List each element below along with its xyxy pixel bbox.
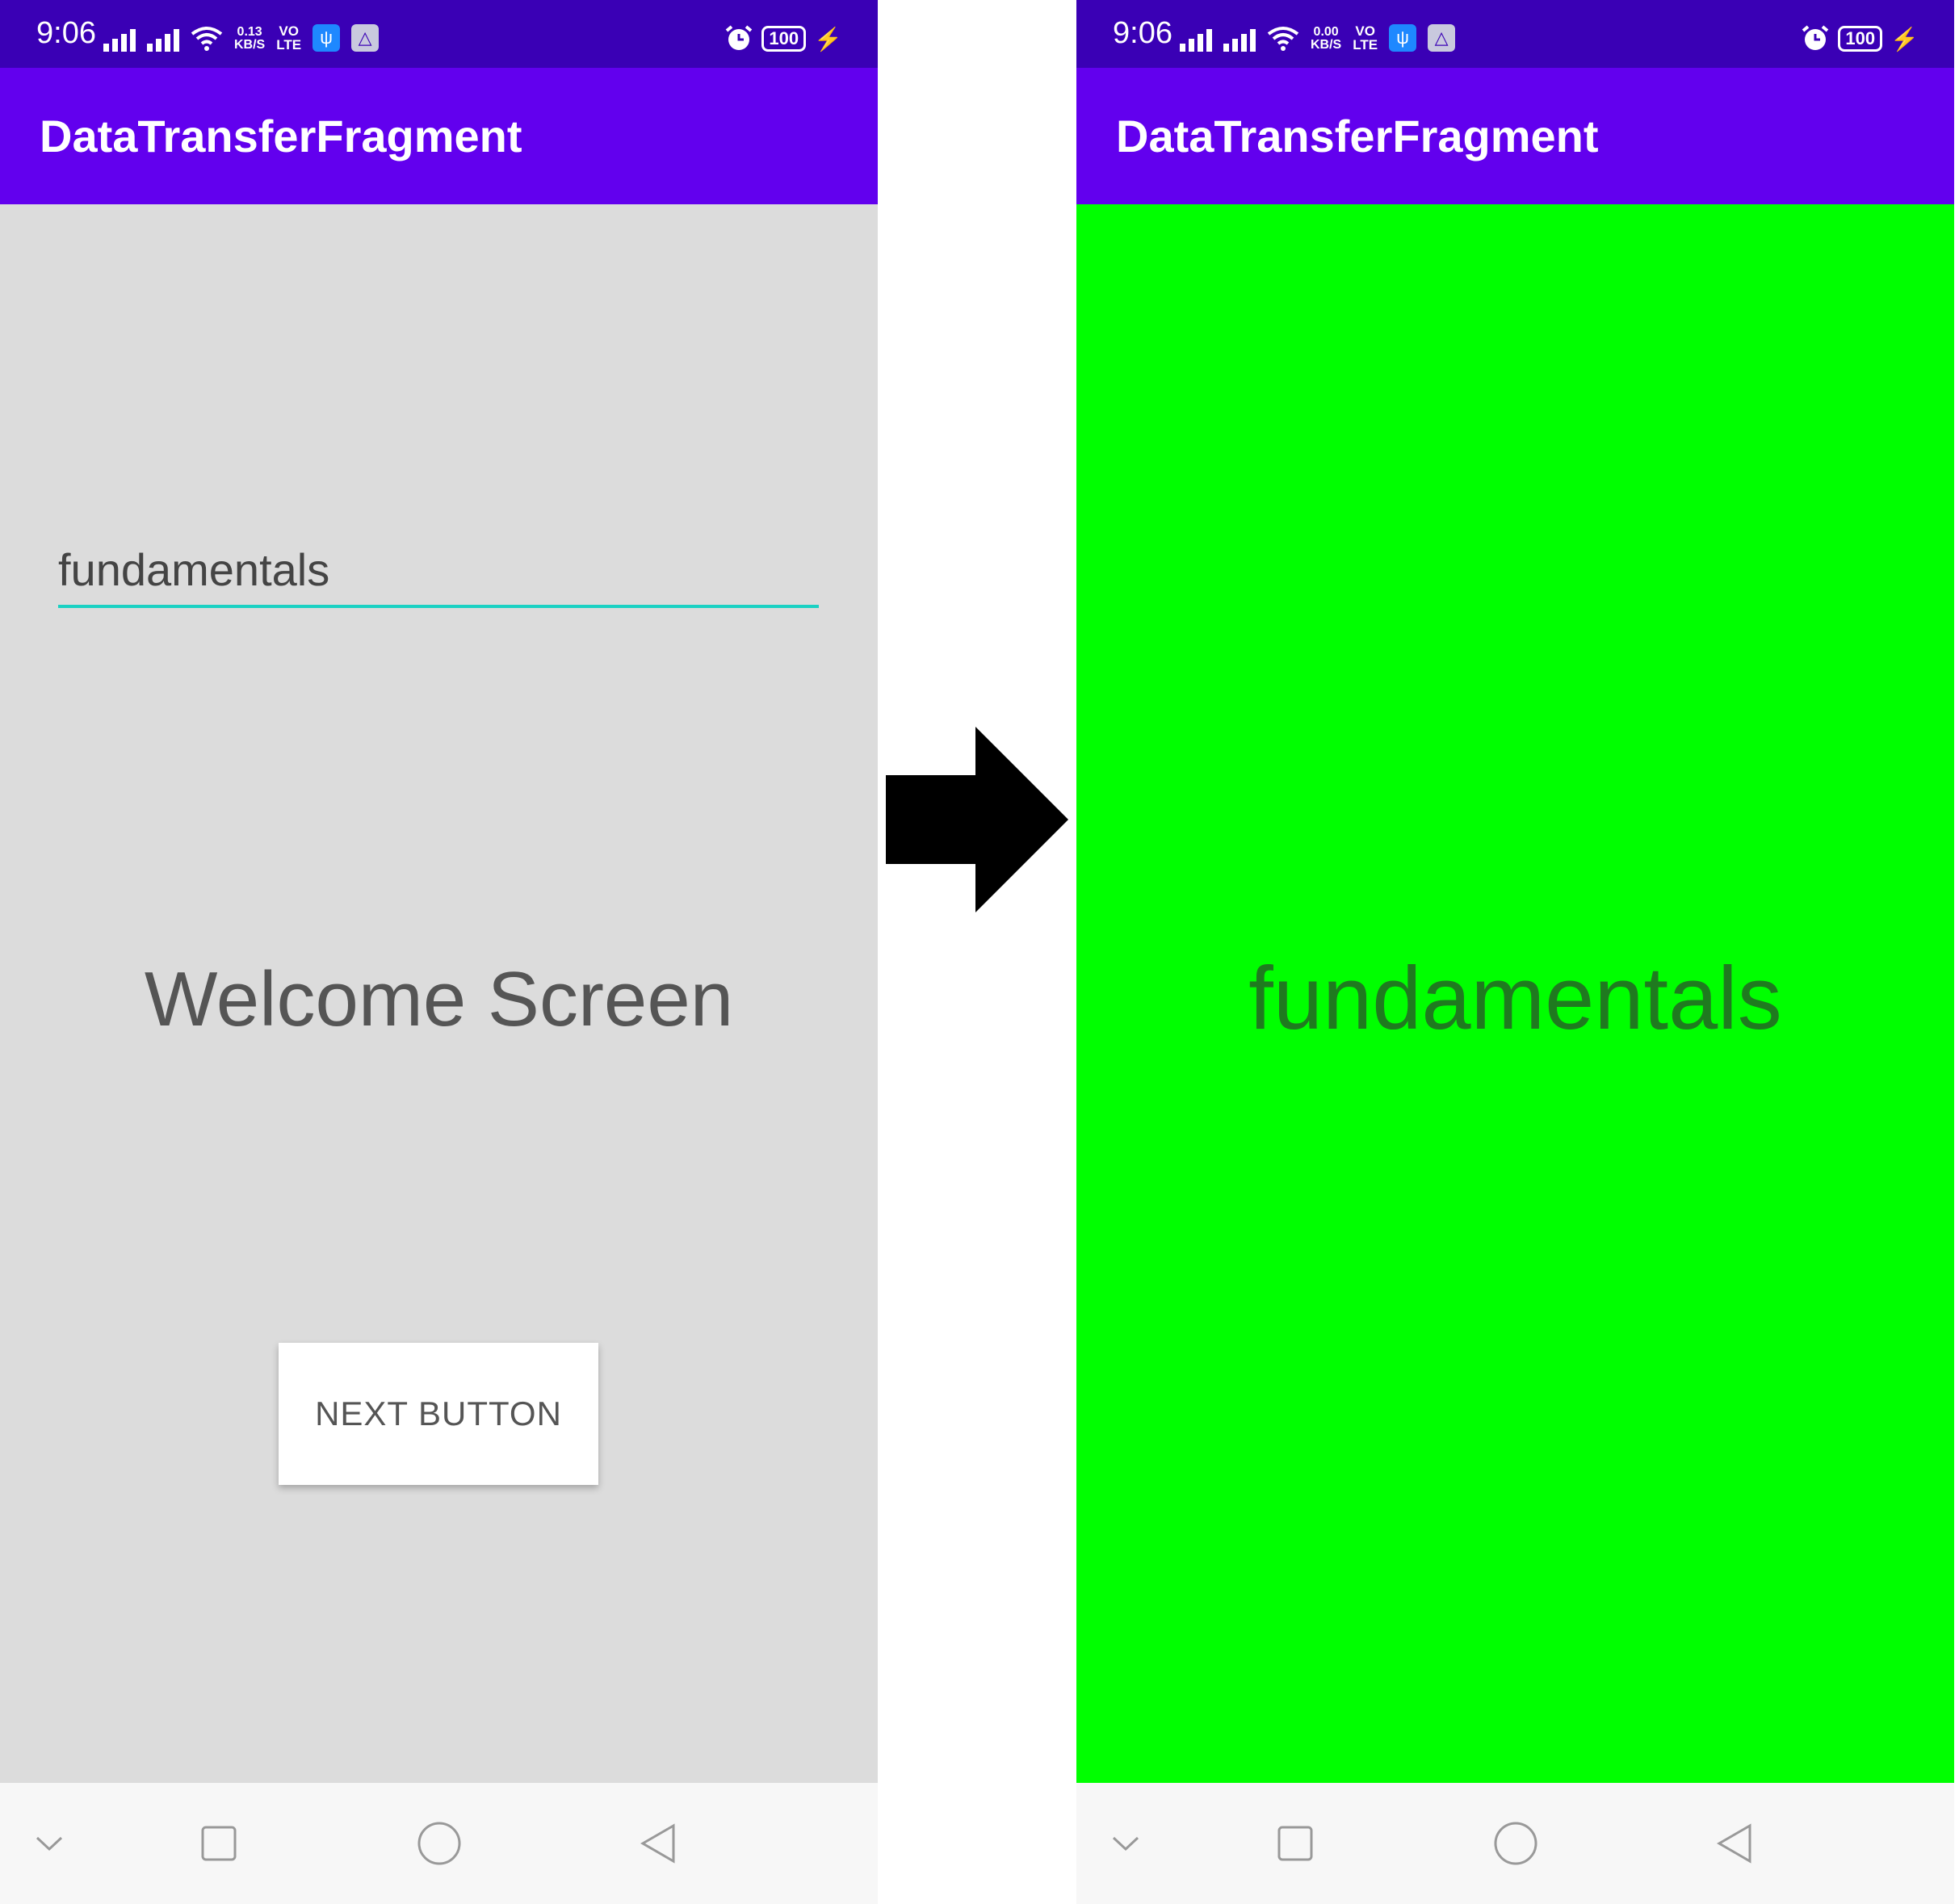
navigation-bar — [1076, 1783, 1954, 1904]
alarm-icon — [1802, 25, 1829, 50]
volte-indicator: VO LTE — [276, 23, 302, 52]
app-title: DataTransferFragment — [1116, 111, 1599, 161]
network-speed: 0.00 KB/S — [1311, 25, 1342, 52]
back-icon[interactable] — [638, 1823, 678, 1864]
battery-icon: 100 — [1838, 26, 1883, 52]
app-notification-icon: △ — [351, 24, 380, 52]
status-bar: 9:06 0.00 KB/S VO LTE ψ △ 100 ⚡ — [1076, 0, 1954, 68]
app-notification-icon: △ — [1428, 24, 1456, 52]
text-input-value: fundamentals — [58, 544, 330, 595]
signal-icon — [147, 24, 179, 52]
navigation-bar — [0, 1783, 878, 1904]
app-title: DataTransferFragment — [40, 111, 522, 161]
app-bar: DataTransferFragment — [0, 68, 878, 204]
right-phone-screen: 9:06 0.00 KB/S VO LTE ψ △ 100 ⚡ DataTransf… — [1076, 0, 1954, 1904]
welcome-title: Welcome Screen — [144, 956, 734, 1042]
result-fragment: fundamentals — [1076, 204, 1954, 1783]
chevron-down-icon[interactable] — [29, 1823, 69, 1864]
signal-icon — [1223, 24, 1256, 52]
app-bar: DataTransferFragment — [1076, 68, 1954, 204]
received-text: fundamentals — [1248, 949, 1782, 1048]
usb-icon: ψ — [313, 24, 341, 52]
left-phone-screen: 9:06 0.13 KB/S VO LTE ψ △ 100 ⚡ DataTransf… — [0, 0, 878, 1904]
home-icon[interactable] — [417, 1821, 462, 1866]
wifi-icon — [1267, 27, 1299, 51]
alarm-icon — [726, 25, 753, 50]
status-bar: 9:06 0.13 KB/S VO LTE ψ △ 100 ⚡ — [0, 0, 878, 68]
arrow-right-icon — [886, 727, 1068, 912]
status-time: 9:06 — [36, 16, 96, 50]
recents-icon[interactable] — [199, 1823, 239, 1864]
next-button[interactable]: NEXT BUTTON — [279, 1343, 598, 1485]
welcome-fragment: fundamentals Welcome Screen NEXT BUTTON — [0, 204, 878, 1783]
text-input[interactable]: fundamentals — [58, 543, 819, 608]
signal-icon — [103, 24, 136, 52]
network-speed: 0.13 KB/S — [234, 25, 266, 52]
signal-icon — [1180, 24, 1212, 52]
status-time: 9:06 — [1113, 16, 1172, 50]
charging-icon: ⚡ — [1890, 26, 1919, 52]
charging-icon: ⚡ — [814, 26, 842, 52]
wifi-icon — [191, 27, 223, 51]
recents-icon[interactable] — [1275, 1823, 1315, 1864]
text-input-underline — [58, 605, 819, 608]
battery-icon: 100 — [761, 26, 807, 52]
volte-indicator: VO LTE — [1353, 23, 1378, 52]
chevron-down-icon[interactable] — [1105, 1823, 1146, 1864]
back-icon[interactable] — [1714, 1823, 1755, 1864]
home-icon[interactable] — [1493, 1821, 1538, 1866]
usb-icon: ψ — [1389, 24, 1417, 52]
